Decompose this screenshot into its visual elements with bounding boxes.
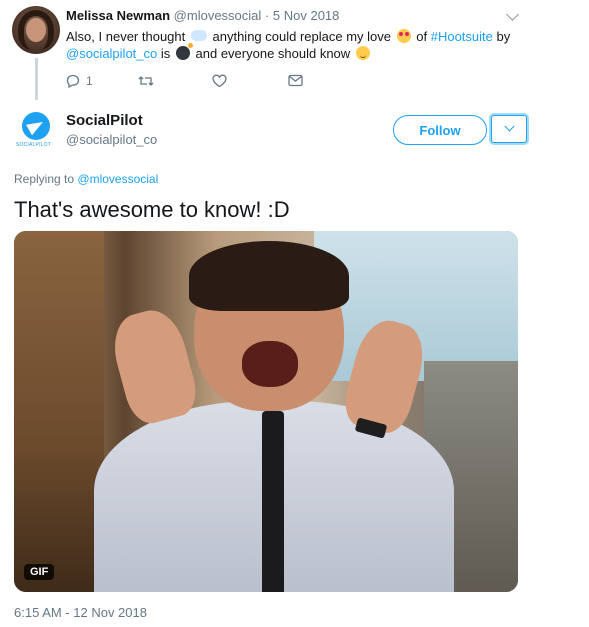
- parent-author-avatar[interactable]: [12, 6, 60, 54]
- heart-eyes-emoji-icon: [396, 29, 411, 43]
- parent-tweet-header: Melissa Newman @mlovessocial · 5 Nov 201…: [66, 8, 339, 23]
- avatar-brand-text: SOCIALPILOT: [16, 142, 51, 148]
- parent-tweet-body: Also, I never thought anything could rep…: [66, 28, 536, 62]
- retweet-action[interactable]: [138, 74, 154, 88]
- tweet-gif-media[interactable]: GIF: [14, 231, 518, 592]
- gif-person-left-hand: [105, 303, 203, 429]
- retweet-icon: [138, 76, 154, 86]
- replying-to-line: Replying to @mlovessocial: [14, 172, 158, 186]
- bomb-emoji-icon: [175, 43, 193, 60]
- like-action[interactable]: [212, 74, 227, 88]
- more-options-button[interactable]: [491, 115, 527, 143]
- parent-text-segment: by: [496, 29, 511, 44]
- heart-icon: [212, 74, 227, 88]
- cloud-emoji-icon: [190, 30, 207, 41]
- parent-text-segment: of: [416, 29, 428, 44]
- tweet-timestamp[interactable]: 6:15 AM - 12 Nov 2018: [14, 605, 147, 620]
- header-separator: ·: [264, 8, 270, 23]
- follow-button[interactable]: Follow: [393, 115, 487, 145]
- hashtag-link[interactable]: #Hootsuite: [431, 29, 493, 44]
- main-author-name[interactable]: SocialPilot: [66, 112, 143, 129]
- reply-icon: [66, 74, 80, 88]
- mention-link[interactable]: @socialpilot_co: [66, 46, 157, 61]
- socialpilot-avatar[interactable]: SOCIALPILOT: [16, 112, 54, 148]
- reply-action[interactable]: 1: [66, 74, 93, 88]
- direct-message-action[interactable]: [288, 74, 303, 87]
- parent-tweet-menu-chevron-icon[interactable]: [506, 8, 519, 21]
- thread-connector-line: [35, 58, 38, 100]
- parent-tweet-date[interactable]: 5 Nov 2018: [273, 8, 340, 23]
- parent-text-segment: Also, I never thought: [66, 29, 186, 44]
- gif-badge: GIF: [24, 564, 55, 580]
- envelope-icon: [288, 74, 303, 87]
- parent-text-segment: anything could replace my love: [212, 29, 392, 44]
- parent-text-segment: and everyone should know: [195, 46, 351, 61]
- main-tweet-text: That's awesome to know! :D: [14, 197, 290, 222]
- gif-background-cabinet: [14, 231, 104, 592]
- parent-author-handle[interactable]: @mlovessocial: [174, 8, 262, 23]
- gif-person-mouth: [242, 341, 298, 387]
- parent-text-segment: is: [160, 46, 171, 61]
- replying-prefix: Replying to: [14, 172, 75, 186]
- replying-to-link[interactable]: @mlovessocial: [77, 172, 158, 186]
- chevron-down-icon: [504, 121, 515, 132]
- gif-person-tie: [262, 411, 284, 592]
- relieved-emoji-icon: [355, 46, 370, 60]
- parent-author-name[interactable]: Melissa Newman: [66, 8, 170, 23]
- gif-person-hair: [189, 241, 349, 311]
- reply-count: 1: [86, 74, 93, 88]
- main-author-handle[interactable]: @socialpilot_co: [66, 132, 157, 147]
